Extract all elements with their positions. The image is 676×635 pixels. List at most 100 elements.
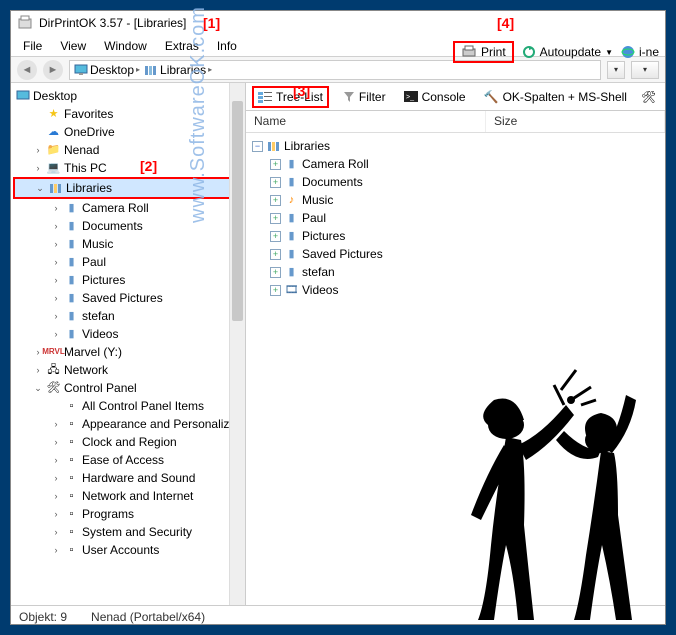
tree-item[interactable]: ▫All Control Panel Items bbox=[13, 397, 243, 415]
console-button[interactable]: >_ Console bbox=[400, 88, 470, 106]
tree-item-controlpanel[interactable]: ⌄🛠Control Panel bbox=[13, 379, 243, 397]
pc-icon: 💻 bbox=[46, 161, 61, 176]
star-icon: ★ bbox=[46, 107, 61, 122]
file-tree-item[interactable]: +♪Music bbox=[252, 191, 659, 209]
tree-item-onedrive[interactable]: ☁OneDrive bbox=[13, 123, 243, 141]
file-tree-item[interactable]: +▮Camera Roll bbox=[252, 155, 659, 173]
filter-button[interactable]: Filter bbox=[339, 88, 390, 106]
column-name[interactable]: Name bbox=[246, 111, 486, 132]
nav-back-button[interactable]: ◄ bbox=[17, 60, 37, 80]
cp-icon: ▫ bbox=[64, 543, 79, 558]
expand-icon[interactable]: + bbox=[270, 213, 281, 224]
tree-item[interactable]: ›▮Saved Pictures bbox=[13, 289, 243, 307]
tree-item[interactable]: ›▫Hardware and Sound bbox=[13, 469, 243, 487]
library-icon: ▮ bbox=[284, 247, 299, 262]
tree-item[interactable]: ›▫Programs bbox=[13, 505, 243, 523]
okspalten-button[interactable]: 🔨 OK-Spalten + MS-Shell bbox=[480, 88, 631, 106]
cp-icon: ▫ bbox=[64, 471, 79, 486]
tree-item[interactable]: ›▮stefan bbox=[13, 307, 243, 325]
library-icon: ▮ bbox=[284, 175, 299, 190]
tree-item-network[interactable]: ›🖧Network bbox=[13, 361, 243, 379]
globe-icon bbox=[621, 45, 635, 59]
tree-item[interactable]: ›▮Pictures bbox=[13, 271, 243, 289]
file-tree-item[interactable]: +▮Saved Pictures bbox=[252, 245, 659, 263]
library-icon: ▮ bbox=[64, 255, 79, 270]
desktop-icon bbox=[15, 89, 30, 104]
expand-icon[interactable]: + bbox=[270, 177, 281, 188]
content-pane: Tree-List Filter >_ Console 🔨 OK-Spalten… bbox=[246, 83, 665, 605]
column-size[interactable]: Size bbox=[486, 111, 665, 132]
library-icon: ▮ bbox=[284, 157, 299, 172]
tree-item[interactable]: ›▫Appearance and Personalizat bbox=[13, 415, 243, 433]
dropdown-2[interactable]: ▾ bbox=[631, 61, 659, 79]
cp-icon: ▫ bbox=[64, 399, 79, 414]
cp-icon: ▫ bbox=[64, 525, 79, 540]
tree-item[interactable]: ›▫Ease of Access bbox=[13, 451, 243, 469]
tree-root[interactable]: Desktop bbox=[13, 87, 243, 105]
scrollbar-vertical[interactable] bbox=[229, 83, 245, 605]
cp-icon: ▫ bbox=[64, 489, 79, 504]
refresh-icon bbox=[522, 45, 536, 59]
library-icon: ▮ bbox=[64, 309, 79, 324]
statusbar: Objekt: 9 Nenad (Portabel/x64) bbox=[11, 605, 665, 627]
file-tree-root[interactable]: − Libraries bbox=[252, 137, 659, 155]
file-tree-item[interactable]: +🎞Videos bbox=[252, 281, 659, 299]
library-icon: ▮ bbox=[64, 273, 79, 288]
monitor-icon bbox=[74, 64, 88, 76]
tree-item-marvel[interactable]: ›MRVLMarvel (Y:) bbox=[13, 343, 243, 361]
app-window: DirPrintOK 3.57 - [Libraries] File View … bbox=[10, 10, 666, 625]
menu-file[interactable]: File bbox=[15, 37, 50, 55]
treelist-icon bbox=[258, 91, 272, 103]
breadcrumb-desktop[interactable]: Desktop bbox=[90, 63, 134, 77]
breadcrumb-libraries[interactable]: Libraries bbox=[160, 63, 206, 77]
tree-item-thispc[interactable]: ›💻This PC bbox=[13, 159, 243, 177]
menu-window[interactable]: Window bbox=[96, 37, 155, 55]
inet-label: i-ne bbox=[639, 45, 659, 59]
menu-view[interactable]: View bbox=[52, 37, 94, 55]
file-tree-item[interactable]: +▮Pictures bbox=[252, 227, 659, 245]
tree-item[interactable]: ›▮Music bbox=[13, 235, 243, 253]
expand-icon[interactable]: + bbox=[270, 285, 281, 296]
video-icon: 🎞 bbox=[284, 283, 299, 298]
cp-icon: ▫ bbox=[64, 507, 79, 522]
library-icon bbox=[266, 139, 281, 154]
nav-fwd-button[interactable]: ► bbox=[43, 60, 63, 80]
expand-icon[interactable]: + bbox=[270, 231, 281, 242]
expand-icon[interactable]: + bbox=[270, 267, 281, 278]
menu-info[interactable]: Info bbox=[209, 37, 245, 55]
tree-item[interactable]: ›▮Documents bbox=[13, 217, 243, 235]
dropdown-1[interactable]: ▾ bbox=[607, 61, 625, 79]
tree-item[interactable]: ›▮Paul bbox=[13, 253, 243, 271]
status-user: Nenad (Portabel/x64) bbox=[91, 610, 205, 624]
autoupdate-button[interactable]: Autoupdate ▼ bbox=[522, 45, 613, 59]
expand-icon[interactable]: + bbox=[270, 195, 281, 206]
tree-item[interactable]: ›▫Clock and Region bbox=[13, 433, 243, 451]
collapse-icon[interactable]: − bbox=[252, 141, 263, 152]
tools-icon[interactable]: 🛠 bbox=[641, 90, 656, 104]
library-icon: ▮ bbox=[284, 229, 299, 244]
column-headers: Name Size bbox=[246, 111, 665, 133]
file-tree-item[interactable]: +▮Paul bbox=[252, 209, 659, 227]
file-tree-item[interactable]: +▮stefan bbox=[252, 263, 659, 281]
tree-item[interactable]: ›▮Camera Roll bbox=[13, 199, 243, 217]
chevron-down-icon: ▼ bbox=[605, 48, 613, 57]
tree-item-favorites[interactable]: ★Favorites bbox=[13, 105, 243, 123]
chevron-right-icon: ▸ bbox=[208, 65, 212, 74]
expand-icon[interactable]: + bbox=[270, 249, 281, 260]
file-tree-item[interactable]: +▮Documents bbox=[252, 173, 659, 191]
tree-item[interactable]: ›▫User Accounts bbox=[13, 541, 243, 559]
titlebar: DirPrintOK 3.57 - [Libraries] bbox=[11, 11, 665, 35]
tree-item[interactable]: ›▫System and Security bbox=[13, 523, 243, 541]
treelist-button[interactable]: Tree-List bbox=[252, 86, 329, 108]
inet-button[interactable]: i-ne bbox=[621, 45, 659, 59]
menu-extras[interactable]: Extras bbox=[157, 37, 207, 55]
tree-item[interactable]: ›▫Network and Internet bbox=[13, 487, 243, 505]
printer-icon bbox=[461, 45, 477, 59]
tree-item[interactable]: ›▮Videos bbox=[13, 325, 243, 343]
expand-icon[interactable]: + bbox=[270, 159, 281, 170]
print-button[interactable]: Print bbox=[453, 41, 514, 63]
tree-item-nenad[interactable]: ›📁Nenad bbox=[13, 141, 243, 159]
hammer-icon: 🔨 bbox=[484, 90, 499, 104]
tree-item-libraries[interactable]: ⌄Libraries bbox=[13, 177, 243, 199]
print-label: Print bbox=[481, 45, 506, 59]
